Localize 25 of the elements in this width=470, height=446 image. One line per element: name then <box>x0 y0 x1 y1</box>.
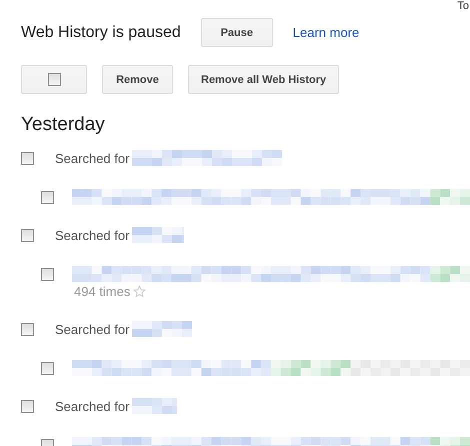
checkbox[interactable] <box>41 190 54 204</box>
checkbox[interactable] <box>21 322 34 336</box>
search-label: Searched for <box>55 322 130 336</box>
checkbox[interactable] <box>41 362 54 374</box>
star-icon[interactable] <box>133 285 146 298</box>
pixelated-blur <box>132 321 192 337</box>
pause-button[interactable]: Pause <box>200 18 273 47</box>
header-text: To <box>457 0 469 12</box>
status-heading: Web History is paused <box>21 24 181 42</box>
day-heading: Yesterday <box>21 114 106 136</box>
checkbox[interactable] <box>21 228 34 242</box>
search-label: Searched for <box>55 398 130 414</box>
remove-all-button[interactable]: Remove all Web History <box>188 65 340 94</box>
pixelated-blur <box>132 398 178 414</box>
checkbox[interactable] <box>48 73 60 86</box>
remove-button[interactable]: Remove <box>102 65 173 94</box>
pixelated-blur <box>132 227 184 243</box>
checkbox[interactable] <box>21 400 34 412</box>
checkbox[interactable] <box>21 152 34 164</box>
visit-count: 494 times <box>74 284 130 299</box>
select-all-button[interactable] <box>21 65 87 94</box>
checkbox[interactable] <box>41 268 54 280</box>
search-label: Searched for <box>55 228 130 242</box>
learn-more-link[interactable]: Learn more <box>292 25 360 40</box>
search-label: Searched for <box>55 150 130 166</box>
